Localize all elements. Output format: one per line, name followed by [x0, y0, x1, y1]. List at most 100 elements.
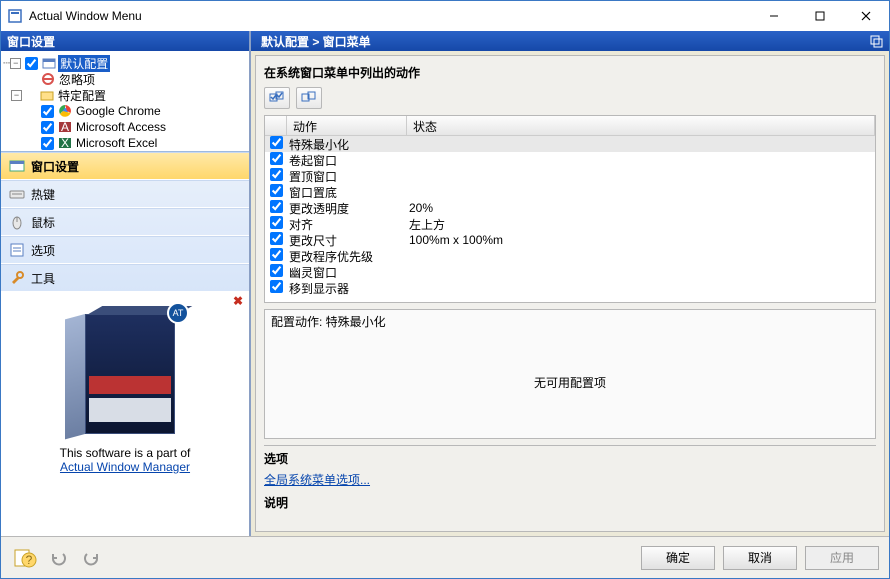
nav-options[interactable]: 选项 [1, 236, 249, 264]
tree-app-access[interactable]: A Microsoft Access [3, 119, 247, 135]
table-row[interactable]: 窗口置底 [265, 184, 875, 200]
maximize-button[interactable] [797, 1, 843, 31]
tree-specific[interactable]: − 特定配置 [3, 87, 247, 103]
ignore-icon [41, 72, 55, 86]
col-status[interactable]: 状态 [407, 116, 875, 135]
collapse-icon[interactable]: − [11, 90, 22, 101]
row-status: 左上方 [407, 216, 875, 233]
check-all-button[interactable] [264, 87, 290, 109]
cancel-button[interactable]: 取消 [723, 546, 797, 570]
nav: 窗口设置 热键 鼠标 选项 工具 [1, 151, 249, 292]
svg-text:X: X [61, 136, 69, 150]
close-button[interactable] [843, 1, 889, 31]
tree-app-label[interactable]: Microsoft Access [74, 120, 168, 134]
row-action: 幽灵窗口 [287, 264, 407, 281]
uncheck-all-button[interactable] [296, 87, 322, 109]
tree-app-checkbox[interactable] [41, 137, 54, 150]
keyboard-icon [9, 186, 25, 202]
tree-root-checkbox[interactable] [25, 57, 38, 70]
tree-ignore[interactable]: 忽略项 [3, 71, 247, 87]
redo-button[interactable] [79, 548, 103, 568]
row-action: 置顶窗口 [287, 168, 407, 185]
nav-label: 热键 [31, 186, 55, 203]
config-box: 配置动作: 特殊最小化 无可用配置项 [264, 309, 876, 439]
options-box: 选项 全局系统菜单选项... 说明 [264, 445, 876, 515]
right-header: 默认配置 > 窗口菜单 [251, 31, 889, 51]
tree-app-checkbox[interactable] [41, 121, 54, 134]
table-row[interactable]: 幽灵窗口 [265, 264, 875, 280]
footer: ? 确定 取消 应用 [1, 536, 889, 578]
tree-app-checkbox[interactable] [41, 105, 54, 118]
nav-label: 窗口设置 [31, 158, 79, 175]
nav-label: 工具 [31, 270, 55, 287]
row-checkbox[interactable] [270, 184, 283, 197]
config-label: 配置动作: 特殊最小化 [271, 313, 869, 330]
app-icon [7, 8, 23, 24]
excel-icon: X [58, 136, 72, 150]
options-icon [9, 242, 25, 258]
promo-close[interactable]: ✖ [231, 294, 245, 308]
row-action: 特殊最小化 [287, 136, 407, 153]
tools-icon [9, 270, 25, 286]
help-button[interactable]: ? [11, 545, 39, 571]
table-row[interactable]: 特殊最小化 [265, 136, 875, 152]
row-checkbox[interactable] [270, 136, 283, 149]
copy-icon[interactable] [869, 34, 883, 48]
titlebar: Actual Window Menu [1, 1, 889, 31]
table-row[interactable]: 对齐左上方 [265, 216, 875, 232]
table-row[interactable]: 更改程序优先级 [265, 248, 875, 264]
minimize-button[interactable] [751, 1, 797, 31]
tree-app-label[interactable]: Microsoft Excel [74, 136, 159, 150]
tree-app-chrome[interactable]: Google Chrome [3, 103, 247, 119]
left-pane: 窗口设置 ┄ − 默认配置 忽略项 − 特定配置 [1, 31, 251, 536]
nav-tools[interactable]: 工具 [1, 264, 249, 292]
left-header-title: 窗口设置 [7, 33, 55, 50]
section-title: 在系统窗口菜单中列出的动作 [264, 64, 876, 81]
row-action: 移到显示器 [287, 280, 407, 297]
tree-app-excel[interactable]: X Microsoft Excel [3, 135, 247, 151]
row-checkbox[interactable] [270, 200, 283, 213]
config-empty: 无可用配置项 [271, 330, 869, 435]
row-action: 卷起窗口 [287, 152, 407, 169]
tree-app-label[interactable]: Google Chrome [74, 104, 163, 118]
table-row[interactable]: 更改透明度20% [265, 200, 875, 216]
undo-button[interactable] [47, 548, 71, 568]
row-checkbox[interactable] [270, 248, 283, 261]
row-checkbox[interactable] [270, 232, 283, 245]
settings-tree[interactable]: ┄ − 默认配置 忽略项 − 特定配置 [1, 51, 249, 151]
promo-boxshot: AT [65, 306, 185, 436]
promo-link[interactable]: Actual Window Manager [60, 460, 190, 474]
table-row[interactable]: 更改尺寸100%m x 100%m [265, 232, 875, 248]
table-row[interactable]: 卷起窗口 [265, 152, 875, 168]
row-checkbox[interactable] [270, 280, 283, 293]
tree-ignore-label[interactable]: 忽略项 [57, 71, 97, 88]
access-icon: A [58, 120, 72, 134]
row-checkbox[interactable] [270, 216, 283, 229]
folder-icon [40, 88, 54, 102]
row-checkbox[interactable] [270, 152, 283, 165]
row-action: 更改程序优先级 [287, 248, 407, 265]
row-checkbox[interactable] [270, 264, 283, 277]
options-title: 选项 [264, 450, 876, 467]
table-row[interactable]: 置顶窗口 [265, 168, 875, 184]
nav-window-settings[interactable]: 窗口设置 [1, 152, 249, 180]
collapse-icon[interactable]: − [10, 58, 21, 69]
promo-text: This software is a part of [9, 446, 241, 460]
tree-root[interactable]: ┄ − 默认配置 [3, 55, 247, 71]
nav-mouse[interactable]: 鼠标 [1, 208, 249, 236]
apply-button[interactable]: 应用 [805, 546, 879, 570]
col-action[interactable]: 动作 [287, 116, 407, 135]
desc-title: 说明 [264, 494, 876, 511]
nav-hotkeys[interactable]: 热键 [1, 180, 249, 208]
ok-button[interactable]: 确定 [641, 546, 715, 570]
tree-specific-label[interactable]: 特定配置 [56, 87, 108, 104]
mouse-icon [9, 214, 25, 230]
breadcrumb: 默认配置 > 窗口菜单 [261, 33, 371, 50]
global-menu-options-link[interactable]: 全局系统菜单选项... [264, 473, 370, 487]
grid-body[interactable]: 特殊最小化卷起窗口置顶窗口窗口置底更改透明度20%对齐左上方更改尺寸100%m … [265, 136, 875, 302]
actions-grid: 动作 状态 特殊最小化卷起窗口置顶窗口窗口置底更改透明度20%对齐左上方更改尺寸… [264, 115, 876, 303]
tree-root-label[interactable]: 默认配置 [58, 55, 110, 72]
table-row[interactable]: 移到显示器 [265, 280, 875, 296]
chrome-icon [58, 104, 72, 118]
row-checkbox[interactable] [270, 168, 283, 181]
